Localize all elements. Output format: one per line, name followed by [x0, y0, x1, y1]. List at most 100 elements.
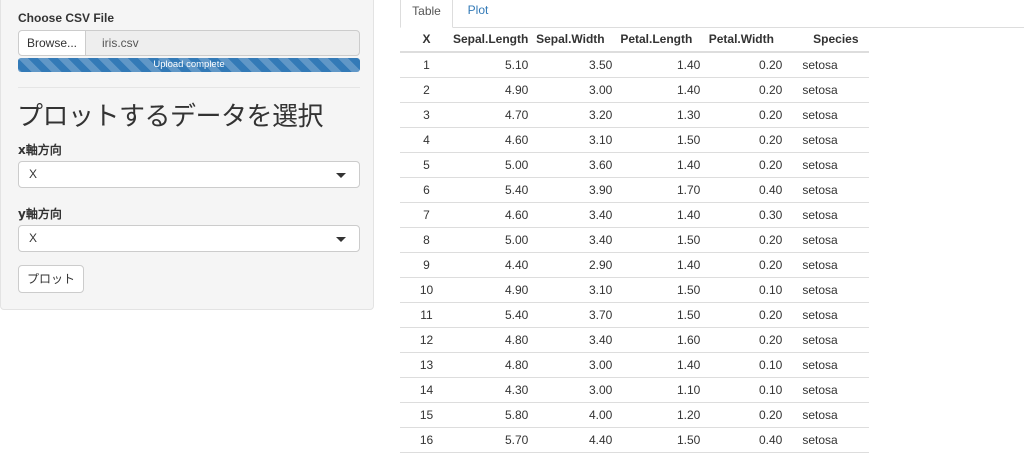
table-row: 1 5.10 3.50 1.40 0.20 setosa — [400, 52, 870, 78]
cell-x: 12 — [400, 327, 453, 353]
cell-sepal-length: 4.70 — [453, 102, 529, 128]
cell-petal-width: 0.20 — [700, 227, 783, 253]
cell-petal-length: 1.30 — [612, 102, 701, 128]
cell-petal-width: 0.20 — [700, 252, 783, 278]
cell-sepal-width: 2.90 — [528, 252, 613, 278]
cell-sepal-width: 4.40 — [528, 427, 613, 453]
cell-petal-length: 1.10 — [612, 377, 701, 403]
cell-x: 5 — [400, 152, 453, 178]
cell-sepal-length: 4.40 — [453, 252, 529, 278]
cell-petal-length: 1.50 — [612, 277, 701, 303]
cell-species: setosa — [782, 77, 870, 103]
table-row: 10 4.90 3.10 1.50 0.10 setosa — [400, 277, 870, 303]
y-axis-select-value: X — [29, 231, 38, 245]
cell-species: setosa — [782, 352, 870, 378]
cell-sepal-width: 3.50 — [528, 52, 613, 78]
cell-petal-width: 0.20 — [700, 52, 783, 78]
cell-petal-width: 0.40 — [700, 427, 783, 453]
cell-x: 10 — [400, 277, 453, 303]
table-row: 11 5.40 3.70 1.50 0.20 setosa — [400, 302, 870, 328]
x-axis-label: x軸方向 — [18, 143, 62, 157]
cell-sepal-length: 4.80 — [453, 352, 529, 378]
x-axis-select[interactable]: X — [18, 161, 360, 188]
cell-petal-length: 1.40 — [612, 52, 701, 78]
cell-petal-length: 1.50 — [612, 427, 701, 453]
column-header-x: X — [400, 27, 453, 53]
cell-species: setosa — [782, 152, 870, 178]
cell-sepal-length: 5.80 — [453, 402, 529, 428]
upload-progress-text: Upload complete — [153, 59, 225, 70]
cell-sepal-length: 4.60 — [453, 127, 529, 153]
plot-button[interactable]: プロット — [18, 265, 84, 293]
cell-petal-width: 0.20 — [700, 302, 783, 328]
table-row: 8 5.00 3.40 1.50 0.20 setosa — [400, 227, 870, 253]
column-header-petal-width: Petal.Width — [700, 27, 783, 53]
cell-species: setosa — [782, 102, 870, 128]
cell-petal-length: 1.50 — [612, 127, 701, 153]
tab-plot[interactable]: Plot — [453, 0, 503, 27]
cell-species: setosa — [782, 427, 870, 453]
sidebar-panel: Choose CSV File Browse... iris.csv Uploa… — [0, 0, 374, 310]
cell-petal-width: 0.20 — [700, 102, 783, 128]
x-axis-select-value: X — [29, 167, 38, 181]
cell-sepal-length: 4.30 — [453, 377, 529, 403]
cell-sepal-length: 4.80 — [453, 327, 529, 353]
cell-species: setosa — [782, 327, 870, 353]
table-row: 6 5.40 3.90 1.70 0.40 setosa — [400, 177, 870, 203]
cell-sepal-width: 3.00 — [528, 77, 613, 103]
cell-petal-width: 0.20 — [700, 152, 783, 178]
cell-petal-width: 0.10 — [700, 277, 783, 303]
cell-petal-width: 0.20 — [700, 327, 783, 353]
table-row: 12 4.80 3.40 1.60 0.20 setosa — [400, 327, 870, 353]
cell-species: setosa — [782, 302, 870, 328]
cell-petal-length: 1.40 — [612, 202, 701, 228]
cell-species: setosa — [782, 277, 870, 303]
cell-x: 14 — [400, 377, 453, 403]
cell-sepal-width: 3.90 — [528, 177, 613, 203]
cell-species: setosa — [782, 377, 870, 403]
cell-sepal-width: 3.60 — [528, 152, 613, 178]
cell-x: 3 — [400, 102, 453, 128]
file-name-field[interactable]: iris.csv — [85, 30, 360, 56]
table-row: 14 4.30 3.00 1.10 0.10 setosa — [400, 377, 870, 403]
cell-sepal-length: 5.00 — [453, 227, 529, 253]
column-header-species: Species — [782, 27, 870, 53]
cell-sepal-length: 5.00 — [453, 152, 529, 178]
cell-sepal-length: 5.40 — [453, 302, 529, 328]
column-header-sepal-width: Sepal.Width — [528, 27, 613, 53]
cell-sepal-length: 4.60 — [453, 202, 529, 228]
file-input-group: Browse... iris.csv — [18, 30, 360, 56]
cell-species: setosa — [782, 227, 870, 253]
tab-table[interactable]: Table — [400, 0, 453, 28]
y-axis-label: y軸方向 — [18, 207, 62, 221]
cell-x: 13 — [400, 352, 453, 378]
cell-petal-length: 1.50 — [612, 302, 701, 328]
cell-species: setosa — [782, 177, 870, 203]
cell-x: 1 — [400, 52, 453, 78]
cell-x: 9 — [400, 252, 453, 278]
browse-button[interactable]: Browse... — [18, 30, 86, 56]
cell-sepal-width: 3.10 — [528, 127, 613, 153]
cell-sepal-width: 3.40 — [528, 327, 613, 353]
cell-sepal-length: 5.40 — [453, 177, 529, 203]
cell-x: 8 — [400, 227, 453, 253]
cell-species: setosa — [782, 202, 870, 228]
table-row: 7 4.60 3.40 1.40 0.30 setosa — [400, 202, 870, 228]
table-row: 3 4.70 3.20 1.30 0.20 setosa — [400, 102, 870, 128]
cell-petal-length: 1.40 — [612, 77, 701, 103]
table-row: 5 5.00 3.60 1.40 0.20 setosa — [400, 152, 870, 178]
cell-x: 4 — [400, 127, 453, 153]
y-axis-select[interactable]: X — [18, 225, 360, 252]
chevron-down-icon — [336, 237, 346, 242]
data-table: X Sepal.Length Sepal.Width Petal.Length … — [400, 27, 870, 453]
cell-sepal-length: 4.90 — [453, 77, 529, 103]
cell-sepal-width: 3.00 — [528, 352, 613, 378]
cell-petal-length: 1.70 — [612, 177, 701, 203]
table-row: 2 4.90 3.00 1.40 0.20 setosa — [400, 77, 870, 103]
cell-species: setosa — [782, 52, 870, 78]
cell-petal-length: 1.40 — [612, 252, 701, 278]
table-header-row: X Sepal.Length Sepal.Width Petal.Length … — [400, 27, 870, 53]
cell-sepal-width: 3.40 — [528, 227, 613, 253]
cell-sepal-width: 3.10 — [528, 277, 613, 303]
column-header-sepal-length: Sepal.Length — [453, 27, 529, 53]
